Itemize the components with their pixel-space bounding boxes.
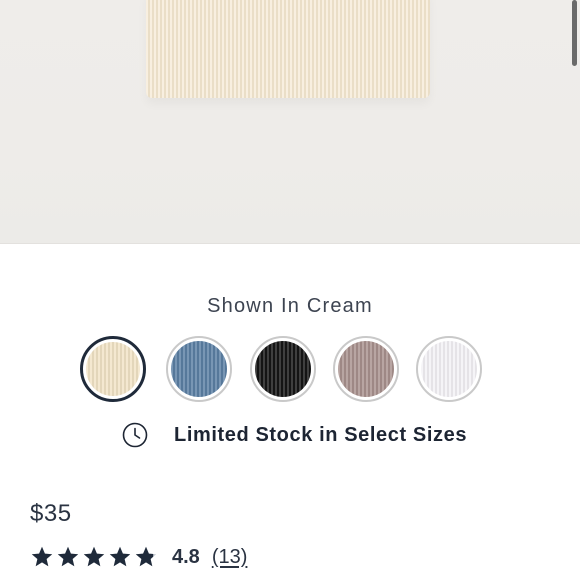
star-rating	[30, 545, 160, 569]
selected-color-caption: Shown In Cream	[207, 295, 373, 317]
color-swatch-white[interactable]	[416, 336, 482, 402]
swatch-fill	[86, 342, 140, 396]
color-swatch-black[interactable]	[250, 336, 316, 402]
product-price: $35	[30, 500, 72, 527]
garment-photo	[146, 0, 430, 98]
star-icon	[57, 546, 79, 567]
stock-notice: Limited Stock in Select Sizes	[122, 420, 467, 450]
star-icon	[31, 546, 53, 567]
review-count-link[interactable]: (13)	[212, 546, 248, 569]
star-icon	[83, 546, 105, 567]
color-swatch-list	[80, 336, 490, 406]
scrollbar-thumb[interactable]	[572, 0, 577, 66]
color-swatch-cream[interactable]	[80, 336, 146, 402]
color-swatch-blue[interactable]	[166, 336, 232, 402]
swatch-fill	[171, 341, 227, 397]
product-image[interactable]	[0, 0, 580, 244]
star-icon	[135, 546, 157, 567]
rating-row: 4.8 (13)	[30, 543, 247, 571]
swatch-fill	[421, 341, 477, 397]
star-icon	[109, 546, 131, 567]
stock-message: Limited Stock in Select Sizes	[174, 423, 468, 446]
color-swatch-mauve[interactable]	[333, 336, 399, 402]
swatch-fill	[255, 341, 311, 397]
rating-value: 4.8	[172, 545, 200, 568]
clock-icon	[122, 422, 148, 448]
image-bottom-edge	[0, 243, 580, 244]
swatch-fill	[338, 341, 394, 397]
